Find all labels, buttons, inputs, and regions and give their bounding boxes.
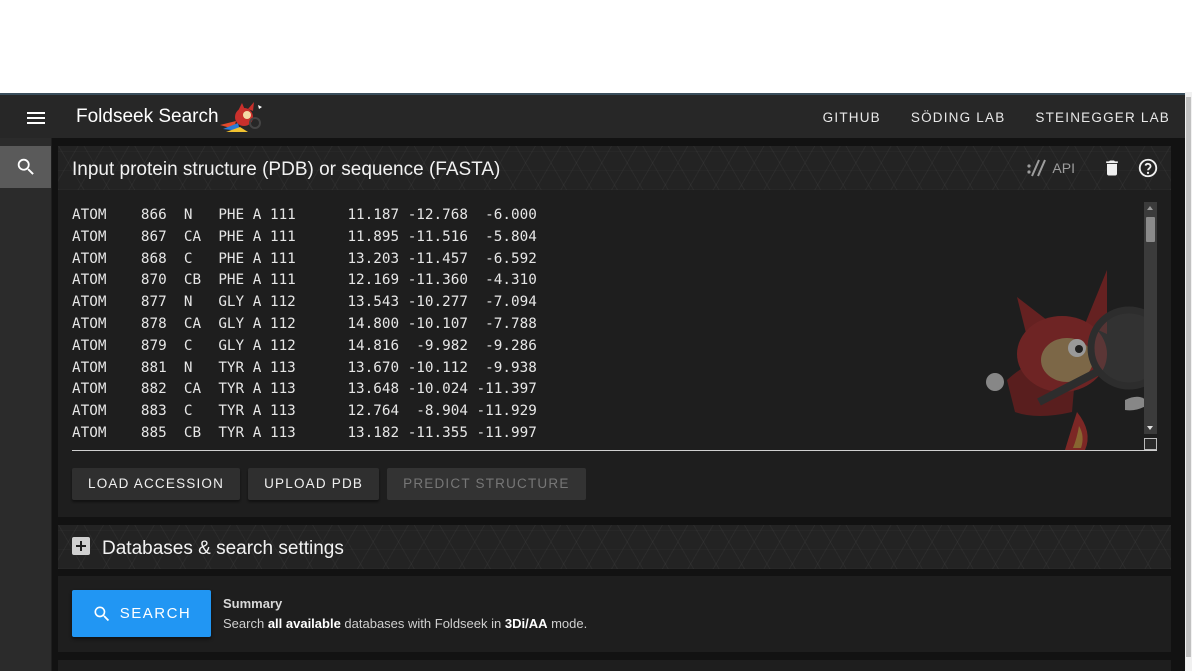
nav-github[interactable]: GITHUB	[808, 95, 896, 140]
clear-button[interactable]	[1099, 155, 1125, 181]
input-card: Input protein structure (PDB) or sequenc…	[58, 146, 1171, 517]
structure-input-textarea[interactable]: ATOM 866 N PHE A 111 11.187 -12.768 -6.0…	[72, 202, 1157, 451]
databases-card-title: Databases & search settings	[102, 538, 344, 559]
mascot	[986, 270, 1157, 450]
input-card-header: Input protein structure (PDB) or sequenc…	[58, 146, 1171, 190]
pdb-line: ATOM 883 C TYR A 113 12.764 -8.904 -11.9…	[72, 403, 537, 420]
scroll-down-icon[interactable]	[1147, 426, 1153, 430]
menu-icon[interactable]	[24, 106, 48, 130]
top-nav: GITHUB SÖDING LAB STEINEGGER LAB	[808, 95, 1185, 140]
trash-icon	[1106, 160, 1118, 176]
summary-all: all available	[267, 616, 341, 631]
plus-box-icon[interactable]	[72, 537, 90, 555]
upload-pdb-button[interactable]: UPLOAD PDB	[248, 468, 380, 500]
search-icon	[17, 158, 34, 175]
page-top-blank	[0, 0, 1192, 92]
input-card-actions: API	[1026, 155, 1161, 181]
predict-structure-button: PREDICT STRUCTURE	[387, 468, 586, 500]
help-circle-icon	[1138, 158, 1158, 178]
pdb-line: ATOM 866 N PHE A 111 11.187 -12.768 -6.0…	[72, 207, 537, 223]
side-rail	[0, 138, 52, 671]
textarea-scrollbar[interactable]	[1144, 202, 1157, 434]
databases-card-header[interactable]: Databases & search settings	[58, 525, 1171, 569]
foldseek-logo	[218, 99, 264, 135]
app-title[interactable]: Foldseek Search	[76, 106, 219, 128]
pdb-line: ATOM 868 C PHE A 111 13.203 -11.457 -6.5…	[72, 250, 537, 267]
pdb-line: ATOM 885 CB TYR A 113 13.182 -11.355 -11…	[72, 424, 537, 441]
summary-title: Summary	[223, 596, 283, 611]
page-scrollbar[interactable]	[1185, 92, 1192, 671]
pdb-line: ATOM 882 CA TYR A 113 13.648 -10.024 -11…	[72, 381, 537, 398]
api-button[interactable]: API	[1026, 158, 1075, 178]
input-card-title: Input protein structure (PDB) or sequenc…	[72, 159, 501, 180]
pdb-line: ATOM 881 N TYR A 113 13.670 -10.112 -9.9…	[72, 359, 537, 376]
pdb-lines: ATOM 866 N PHE A 111 11.187 -12.768 -6.0…	[72, 205, 537, 445]
input-button-row: LOAD ACCESSION UPLOAD PDB PREDICT STRUCT…	[72, 468, 594, 500]
main-content: Input protein structure (PDB) or sequenc…	[52, 138, 1185, 671]
textarea-scrollbar-thumb[interactable]	[1146, 217, 1155, 242]
pdb-line: ATOM 879 C GLY A 112 14.816 -9.982 -9.28…	[72, 337, 537, 354]
summary-mode: 3Di/AA	[504, 616, 548, 631]
nav-steinegger-lab[interactable]: STEINEGGER LAB	[1020, 95, 1185, 140]
search-card: SEARCH Summary Search all available data…	[58, 576, 1171, 652]
pdb-line: ATOM 867 CA PHE A 111 11.895 -11.516 -5.…	[72, 228, 537, 245]
summary-text: Search all available databases with Fold…	[223, 616, 587, 631]
nav-soding-lab[interactable]: SÖDING LAB	[896, 95, 1021, 140]
search-button[interactable]: SEARCH	[72, 590, 211, 637]
databases-card[interactable]: Databases & search settings	[58, 525, 1171, 569]
search-icon	[94, 606, 109, 621]
summary-prefix: Search	[223, 616, 268, 631]
api-icon	[1027, 159, 1047, 177]
scroll-up-icon[interactable]	[1147, 206, 1153, 210]
pdb-line: ATOM 870 CB PHE A 111 12.169 -11.360 -4.…	[72, 272, 537, 289]
help-button[interactable]	[1135, 155, 1161, 181]
summary-suffix: mode.	[547, 616, 588, 631]
next-card-edge	[58, 660, 1171, 671]
rail-search-button[interactable]	[0, 146, 51, 188]
app-bar: Foldseek Search GITHUB SÖDING LAB STEINE…	[0, 93, 1185, 138]
load-accession-button[interactable]: LOAD ACCESSION	[72, 468, 241, 500]
api-label: API	[1052, 160, 1075, 176]
search-button-label: SEARCH	[119, 605, 192, 622]
pdb-line: ATOM 878 CA GLY A 112 14.800 -10.107 -7.…	[72, 315, 537, 332]
pdb-line: ATOM 877 N GLY A 112 13.543 -10.277 -7.0…	[72, 294, 537, 311]
summary-middle: databases with Foldseek in	[340, 616, 505, 631]
page-scrollbar-thumb[interactable]	[1186, 97, 1191, 657]
textarea-resize-handle[interactable]	[1144, 438, 1157, 450]
